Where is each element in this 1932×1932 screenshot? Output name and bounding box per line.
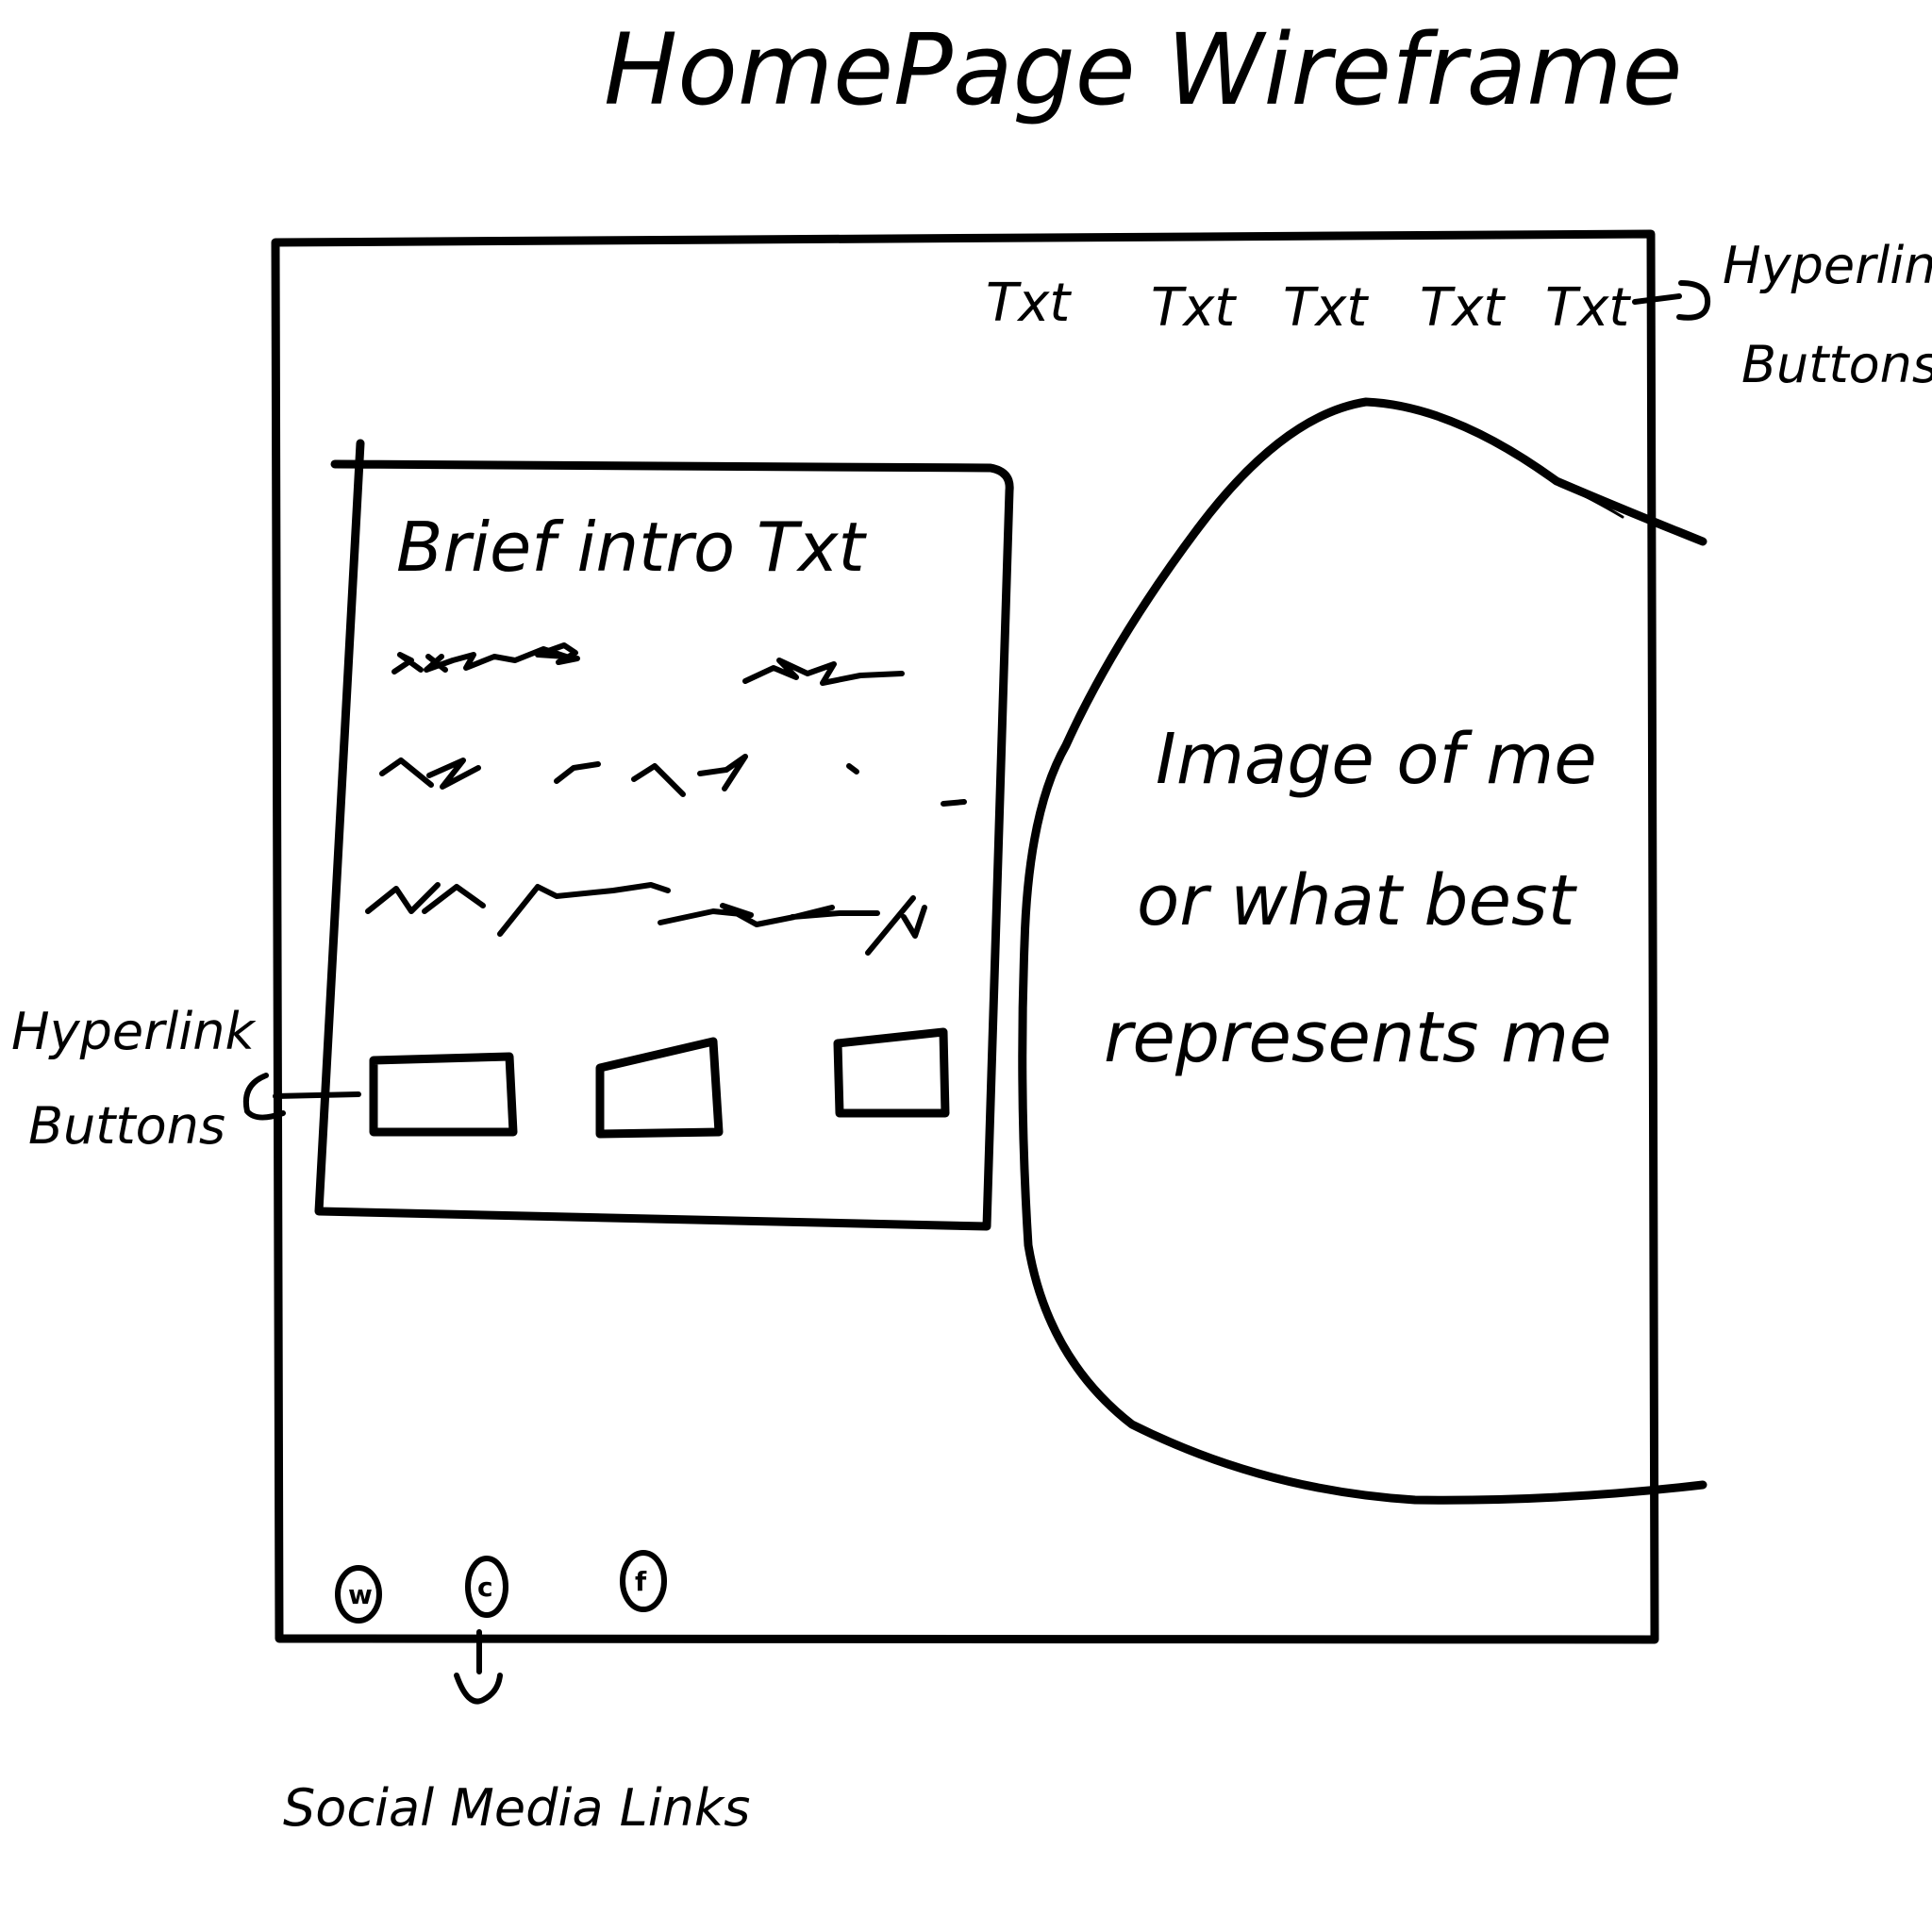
nav-link-1[interactable]: Txt (986, 273, 1072, 334)
nav-annotation-line1: Hyperlink (1723, 236, 1932, 295)
facebook-icon[interactable]: f (620, 1550, 667, 1612)
contact-icon[interactable]: c (465, 1556, 508, 1618)
wireframe-title: HomePage Wireframe (604, 12, 1683, 127)
image-caption-line3: represents me (1104, 997, 1612, 1078)
svg-text:c: c (477, 1572, 493, 1603)
nav-link-2[interactable]: Txt (1151, 277, 1237, 339)
intro-button-1[interactable] (369, 1052, 518, 1137)
image-placeholder-edge-mark (1553, 479, 1624, 519)
intro-buttons-annotation-connector (243, 1073, 361, 1121)
scribble-line-1 (391, 642, 905, 686)
intro-placeholder-text (365, 642, 967, 956)
whatsapp-icon[interactable]: w (335, 1565, 382, 1624)
nav-link-3[interactable]: Txt (1283, 277, 1369, 339)
nav-annotation-line2: Buttons (1741, 335, 1932, 394)
intro-button-2[interactable] (595, 1037, 724, 1139)
wireframe-sketch: HomePage Wireframe Txt Txt Txt Txt Txt H… (11, 12, 1932, 1838)
svg-text:f: f (635, 1566, 647, 1597)
intro-heading: Brief intro Txt (396, 508, 868, 587)
intro-buttons (369, 1027, 950, 1139)
nav-link-5[interactable]: Txt (1545, 277, 1631, 339)
intro-buttons-annotation-line2: Buttons (28, 1096, 225, 1156)
nav-link-4[interactable]: Txt (1420, 277, 1506, 339)
image-caption-line2: or what best (1137, 860, 1578, 941)
intro-buttons-annotation-line1: Hyperlink (11, 1002, 257, 1061)
svg-text:w: w (348, 1579, 373, 1610)
intro-button-3[interactable] (833, 1027, 950, 1118)
nav-annotation-bracket (1632, 280, 1711, 321)
top-nav: Txt Txt Txt Txt Txt (986, 273, 1631, 339)
social-annotation: Social Media Links (283, 1778, 750, 1838)
image-placeholder (1018, 397, 1707, 1505)
scribble-line-2 (379, 754, 967, 807)
social-icons: w c f (335, 1550, 667, 1624)
scribble-line-3 (365, 882, 927, 956)
image-caption-line1: Image of me (1156, 719, 1597, 800)
